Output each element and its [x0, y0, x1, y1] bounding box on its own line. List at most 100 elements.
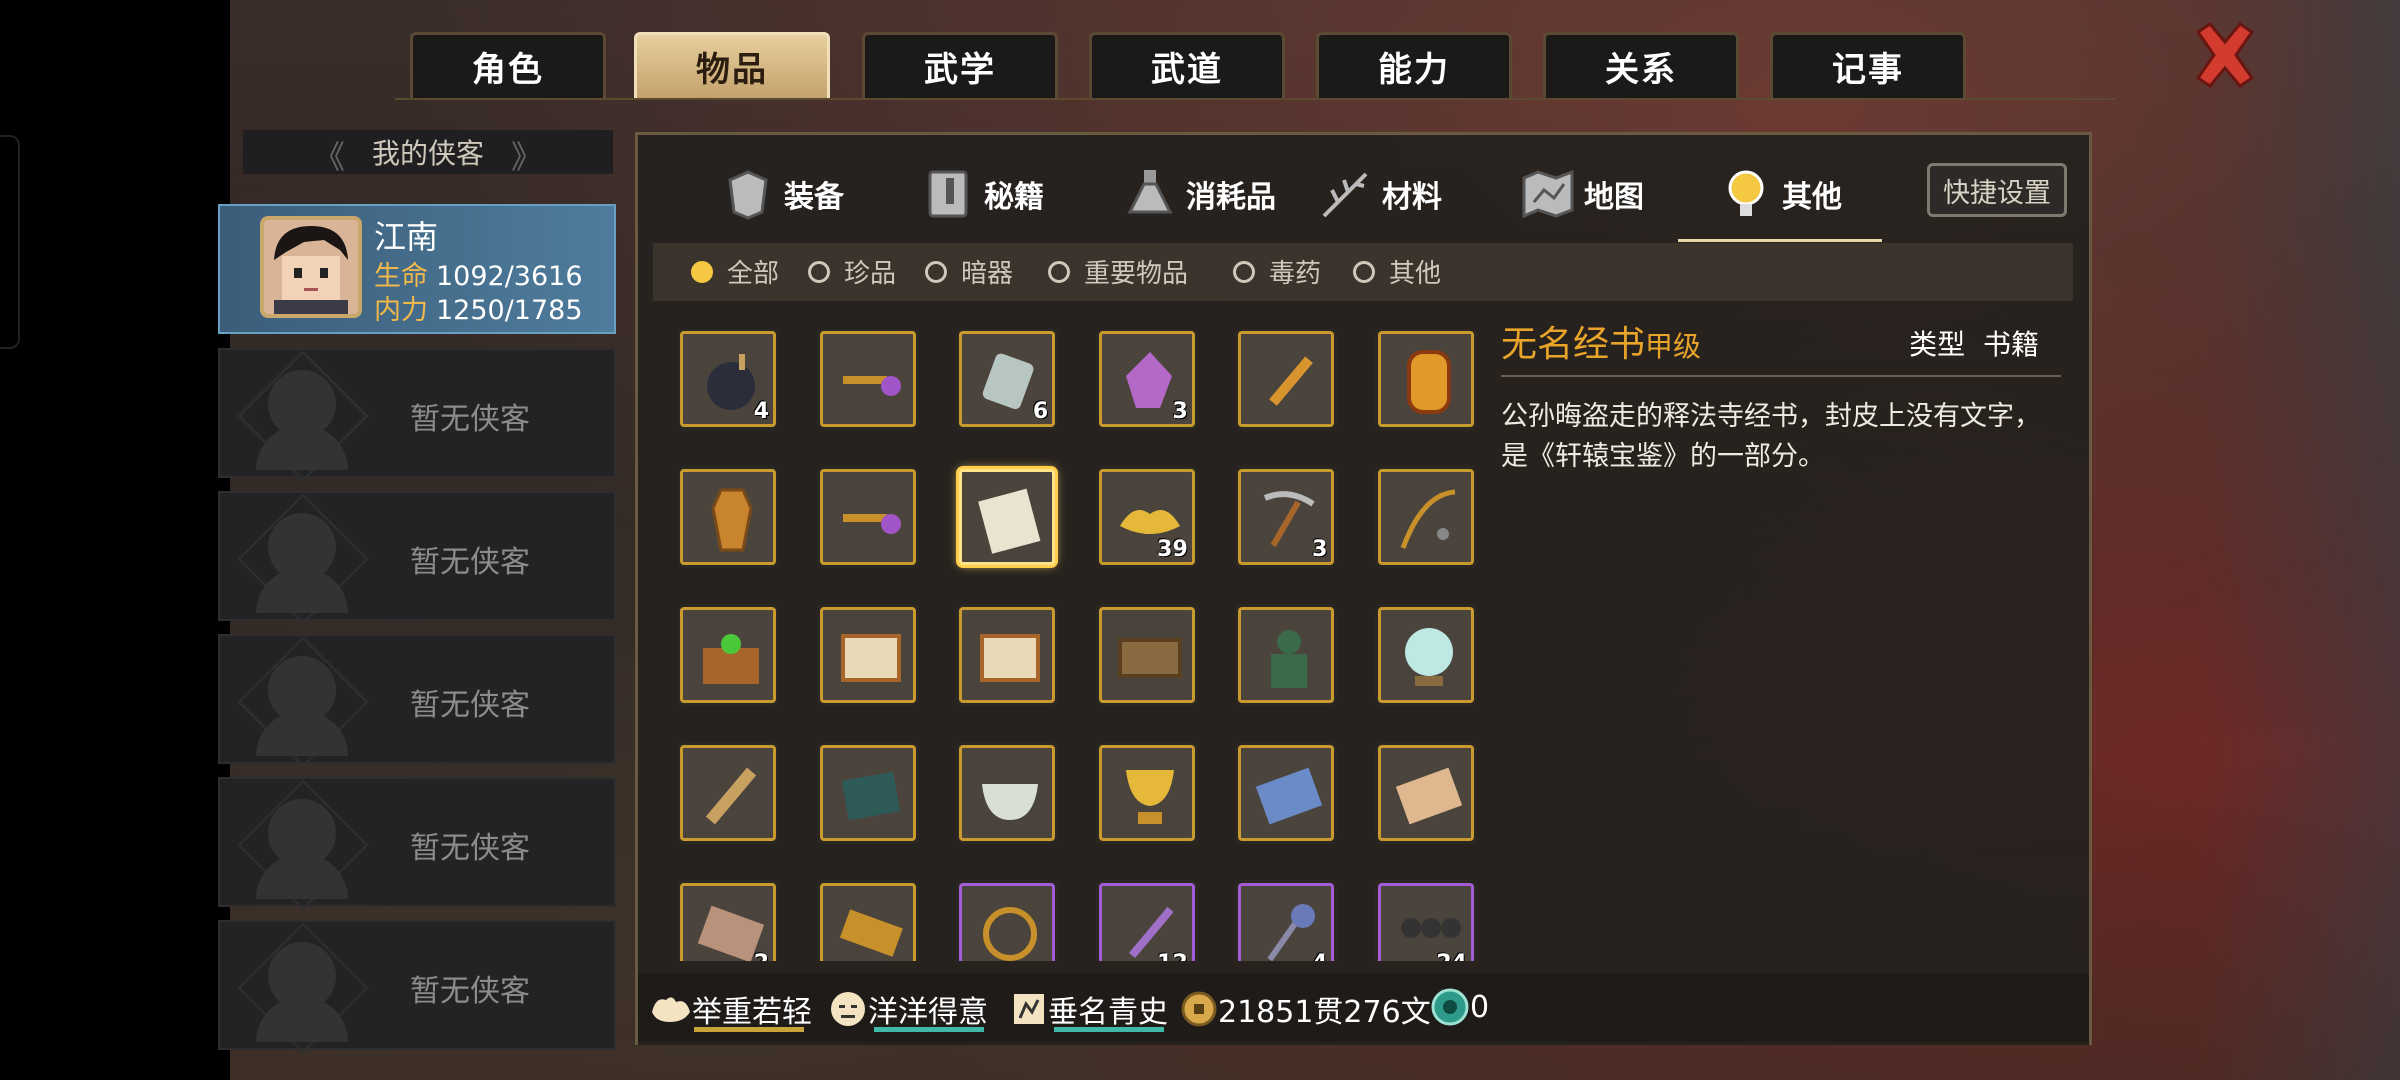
filter-misc[interactable]: 其他 [1353, 253, 1441, 290]
item-slot[interactable] [1378, 331, 1474, 427]
item-slot[interactable] [1238, 607, 1335, 703]
item-slot[interactable]: 4 [1238, 883, 1335, 961]
item-slot[interactable] [1098, 607, 1195, 703]
herb-icon [1322, 172, 1368, 218]
map-icon [1522, 169, 1574, 219]
trait-label: 举重若轻 [692, 995, 812, 1030]
key-icon [842, 514, 901, 534]
item-count: 12 [1157, 951, 1188, 961]
item-slot[interactable] [1238, 745, 1335, 841]
item-slot[interactable]: 3 [1098, 331, 1195, 427]
hero-slot-empty[interactable]: 暂无侠客 [218, 348, 616, 482]
screen-notch [0, 135, 20, 349]
subtab-label: 装备 [784, 180, 844, 215]
hero-slot-empty[interactable]: 暂无侠客 [218, 634, 616, 768]
filter-important[interactable]: 重要物品 [1048, 253, 1188, 290]
tab-wudao[interactable]: 武道 [1089, 32, 1285, 98]
subtab-materials[interactable]: 材料 [1318, 149, 1442, 239]
filter-all[interactable]: 全部 [691, 253, 779, 290]
item-slot[interactable]: 3 [1238, 469, 1335, 565]
item-slot[interactable] [680, 469, 776, 565]
item-slot[interactable] [959, 469, 1056, 565]
radio-icon [1048, 260, 1070, 283]
item-slot[interactable] [959, 745, 1056, 841]
item-slot[interactable] [1378, 607, 1474, 703]
item-slot[interactable] [819, 469, 916, 565]
trait-bar [1054, 1027, 1164, 1032]
item-slot[interactable] [819, 745, 916, 841]
filter-label: 毒药 [1269, 259, 1322, 289]
tab-ability[interactable]: 能力 [1316, 32, 1512, 98]
tab-relation[interactable]: 关系 [1543, 32, 1739, 98]
armor-icon [728, 170, 768, 220]
trait-mood[interactable]: 洋洋得意 [828, 987, 988, 1031]
trait-bar [874, 1027, 984, 1032]
hero-slot-active[interactable]: 江南 生命 1092/3616 内力 1250/1785 [218, 204, 616, 334]
subtab-consumables[interactable]: 消耗品 [1122, 149, 1276, 239]
subtab-equipment[interactable]: 装备 [720, 149, 844, 239]
quick-settings-button[interactable]: 快捷设置 [1927, 163, 2067, 217]
tab-role[interactable]: 角色 [410, 32, 606, 98]
next-arrow-icon[interactable]: 》 [511, 132, 543, 178]
golden-cup-icon [1125, 770, 1174, 824]
item-slot[interactable] [959, 883, 1056, 961]
red-book-icon [1395, 767, 1463, 825]
filter-label: 其他 [1389, 259, 1442, 289]
item-slot[interactable] [680, 607, 776, 703]
hero-slot-empty[interactable]: 暂无侠客 [218, 491, 616, 625]
book-icon [928, 170, 968, 218]
tab-items[interactable]: 物品 [634, 32, 830, 98]
filter-label: 暗器 [961, 259, 1014, 289]
bulb-icon [1728, 170, 1764, 216]
item-slot[interactable] [1378, 745, 1474, 841]
subtab-manuals[interactable]: 秘籍 [920, 149, 1044, 239]
item-slot[interactable]: 4 [680, 331, 776, 427]
ruler-icon [839, 909, 903, 957]
trait-strength[interactable]: 举重若轻 [650, 987, 812, 1031]
item-slot[interactable]: 39 [1098, 469, 1195, 565]
fishing-rod-icon [1400, 489, 1456, 549]
item-slot[interactable]: 2 [680, 883, 776, 961]
subtab-map[interactable]: 地图 [1520, 149, 1644, 239]
blue-book-icon [1256, 767, 1323, 825]
item-slot[interactable]: 24 [1378, 883, 1474, 961]
item-slot[interactable] [1098, 745, 1195, 841]
coin-icon [1181, 991, 1217, 1027]
item-slot[interactable] [959, 607, 1056, 703]
trait-fame[interactable]: 垂名青史 [1010, 987, 1168, 1031]
item-slot[interactable] [819, 607, 916, 703]
item-slot[interactable] [819, 883, 916, 961]
prev-arrow-icon[interactable]: 《 [313, 132, 345, 178]
radio-icon [1233, 260, 1255, 283]
filter-treasure[interactable]: 珍品 [808, 253, 896, 290]
mp-value: 1250/1785 [436, 295, 583, 326]
subtab-label: 地图 [1584, 180, 1644, 215]
status-bar: 举重若轻 洋洋得意 垂名青史 21851贯276文 0 [638, 973, 2089, 1045]
hero-slot-empty[interactable]: 暂无侠客 [218, 920, 616, 1054]
item-slot[interactable] [1378, 469, 1474, 565]
item-count: 24 [1436, 951, 1467, 961]
close-icon [2195, 22, 2255, 88]
item-name: 无名经书 [1501, 324, 1646, 365]
subtab-other[interactable]: 其他 [1678, 149, 1882, 242]
tab-martial[interactable]: 武学 [862, 32, 1058, 98]
gem-display: 0 [1430, 987, 1489, 1027]
type-label: 类型 [1909, 328, 1966, 361]
tab-journal[interactable]: 记事 [1770, 32, 1966, 98]
item-slot[interactable] [680, 745, 776, 841]
hero-slot-empty[interactable]: 暂无侠客 [218, 777, 616, 911]
item-slot[interactable]: 6 [959, 331, 1056, 427]
item-slot[interactable] [1238, 331, 1335, 427]
filter-bar: 全部 珍品 暗器 重要物品 毒药 其他 [653, 243, 2073, 301]
item-slot[interactable]: 12 [1098, 883, 1195, 961]
subtab-label: 秘籍 [984, 180, 1044, 215]
item-slot[interactable] [819, 331, 916, 427]
detail-divider [1501, 375, 2061, 377]
item-count: 6 [1032, 399, 1049, 424]
potion-icon [1127, 170, 1173, 214]
radio-icon [925, 260, 947, 283]
filter-hidden-weapon[interactable]: 暗器 [925, 253, 1013, 290]
my-heroes-header: 《 我的侠客 》 [243, 130, 613, 176]
close-button[interactable] [2190, 20, 2260, 90]
filter-poison[interactable]: 毒药 [1233, 253, 1321, 290]
